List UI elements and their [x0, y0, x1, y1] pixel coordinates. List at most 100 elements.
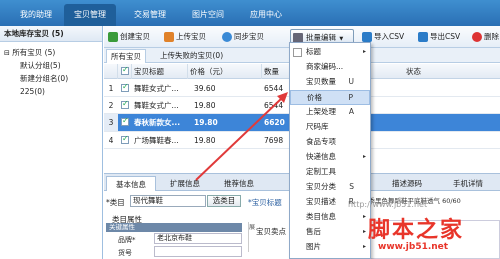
menu-item-label: 价格 [307, 93, 322, 102]
menu-item-quantity[interactable]: 宝贝数量 U [290, 75, 370, 90]
shortcut-key: S [349, 182, 354, 191]
row-number: 4 [108, 136, 114, 145]
sync-icon [222, 32, 232, 42]
tab-mobile-details[interactable]: 手机详情 [440, 176, 496, 191]
expand-toggle[interactable]: 展 [248, 222, 255, 252]
menu-item-after-sale[interactable]: 售后 ▸ [290, 225, 370, 240]
row-checkbox[interactable] [121, 99, 129, 109]
category-label: *类目 [106, 198, 125, 207]
row-number: 2 [108, 101, 114, 110]
row-price: 19.80 [194, 101, 216, 110]
sidebar-item-new-group[interactable]: 新建分组名(0) [0, 72, 102, 85]
tab-my-assistant[interactable]: 我的助理 [14, 4, 58, 26]
plus-icon [108, 32, 118, 42]
row-title: 舞鞋女式广... [134, 84, 179, 93]
menu-item-label: 宝贝分类 [306, 182, 336, 191]
menu-item-label: 类目信息 [306, 212, 336, 221]
menu-item-label: 标题 [306, 47, 321, 56]
tab-all-items[interactable]: 所有宝贝 [106, 49, 146, 63]
submenu-arrow-icon: ▸ [362, 213, 366, 220]
delete-item-label: 删除宝 [484, 32, 499, 41]
export-csv-button[interactable]: 导出CSV ▼ [416, 29, 466, 57]
tab-image-space[interactable]: 图片空间 [182, 4, 234, 26]
menu-item-label: 图片 [306, 242, 321, 251]
menu-item-category-info[interactable]: 类目信息 ▸ [290, 210, 370, 225]
sidebar: 本地库存宝贝 (5) ⊟ 所有宝贝 (5) 默认分组(5) 新建分组名(0) 2… [0, 26, 103, 259]
sidebar-item-default-group[interactable]: 默认分组(5) [0, 59, 102, 72]
select-all-checkbox[interactable] [121, 65, 129, 75]
row-checkbox[interactable] [121, 82, 129, 92]
row-number: 3 [104, 114, 118, 131]
menu-item-price[interactable]: 价格 P [290, 90, 370, 105]
row-price: 39.60 [194, 84, 216, 93]
row-title: 广场舞鞋春... [134, 136, 179, 145]
row-title: 春秋新款女... [134, 118, 181, 127]
brand-label: 品牌* [118, 236, 136, 244]
tab-recommend-info[interactable]: 推荐信息 [214, 176, 264, 191]
header-title[interactable]: 宝贝标题 [132, 64, 188, 79]
menu-item-label: 上架处理 [306, 107, 336, 116]
create-item-button[interactable]: 创建宝贝 [106, 29, 156, 45]
menu-item-food[interactable]: 食品专项 [290, 135, 370, 150]
menu-item-images[interactable]: 图片 ▸ [290, 240, 370, 255]
item-title-label: *宝贝标题 [248, 198, 282, 207]
menu-item-label: 售后 [306, 227, 321, 236]
delete-icon [472, 32, 482, 42]
tab-extended-info[interactable]: 扩展信息 [160, 176, 210, 191]
header-status[interactable]: 状态 [404, 64, 500, 79]
key-attributes-header: 关键属性 [106, 223, 242, 232]
row-checkbox[interactable] [121, 116, 129, 126]
header-index [104, 64, 118, 79]
header-quantity[interactable]: 数量 [262, 64, 290, 79]
tab-basic-info[interactable]: 基本信息 [106, 176, 156, 191]
sidebar-item-225[interactable]: 225(0) [0, 85, 102, 98]
row-number: 1 [108, 84, 114, 93]
tab-item-management[interactable]: 宝贝管理 [64, 4, 116, 26]
submenu-arrow-icon: ▸ [362, 48, 366, 55]
sync-item-button[interactable]: 同步宝贝 [220, 29, 270, 45]
import-csv-label: 导入CSV [374, 32, 405, 41]
choose-category-button[interactable]: 选类目 [207, 195, 241, 207]
export-icon [418, 32, 428, 42]
tab-upload-failed[interactable]: 上传失败的宝贝(0) [156, 49, 227, 63]
title-icon [293, 48, 302, 57]
sidebar-item-all[interactable]: ⊟ 所有宝贝 (5) [0, 46, 102, 59]
model-field[interactable] [154, 246, 242, 257]
watermark-domain: www.jb51.net [378, 242, 449, 252]
category-field[interactable]: 现代舞鞋 [130, 195, 206, 207]
tab-app-center[interactable]: 应用中心 [240, 4, 292, 26]
tab-trade-management[interactable]: 交易管理 [124, 4, 176, 26]
collapse-icon[interactable]: ⊟ [4, 49, 10, 57]
batch-edit-label: 批量编辑 [306, 33, 336, 42]
watermark-url: http://www.jb51.net [348, 200, 428, 209]
menu-item-shipping[interactable]: 快递信息 ▸ [290, 150, 370, 165]
shortcut-key: P [348, 93, 353, 102]
watermark-logo-text: 脚本之家 [368, 217, 465, 243]
delete-item-button[interactable]: 删除宝 [470, 29, 500, 45]
row-checkbox[interactable] [121, 134, 129, 144]
menu-item-title[interactable]: 标题 ▸ [290, 45, 370, 60]
row-price: 19.80 [194, 136, 216, 145]
menu-item-custom-tools[interactable]: 定制工具 [290, 165, 370, 180]
create-item-label: 创建宝贝 [120, 32, 150, 41]
submenu-arrow-icon: ▸ [362, 228, 366, 235]
tab-description-source[interactable]: 描述源码 [382, 176, 432, 191]
header-price[interactable]: 价格（元） [188, 64, 262, 79]
menu-item-label: 宝贝数量 [306, 77, 336, 86]
brand-field[interactable]: 老北京布鞋 [154, 233, 242, 244]
menu-item-size-library[interactable]: 尺码库 [290, 120, 370, 135]
menu-item-merchant-code[interactable]: 商家编码... [290, 60, 370, 75]
header-checkbox-cell[interactable] [118, 64, 132, 79]
upload-item-label: 上传宝贝 [176, 32, 206, 41]
export-csv-label: 导出CSV [430, 32, 461, 41]
menu-item-listing[interactable]: 上架处理 A [290, 105, 370, 120]
upload-icon [164, 32, 174, 42]
upload-item-button[interactable]: 上传宝贝 [162, 29, 212, 45]
sync-item-label: 同步宝贝 [234, 32, 264, 41]
menu-item-label: 快递信息 [306, 152, 336, 161]
top-nav-bar: 我的助理 宝贝管理 交易管理 图片空间 应用中心 [0, 0, 500, 26]
sidebar-header: 本地库存宝贝 (5) [0, 26, 102, 42]
submenu-arrow-icon: ▸ [362, 153, 366, 160]
submenu-arrow-icon: ▸ [362, 243, 366, 250]
menu-item-category[interactable]: 宝贝分类 S [290, 180, 370, 195]
